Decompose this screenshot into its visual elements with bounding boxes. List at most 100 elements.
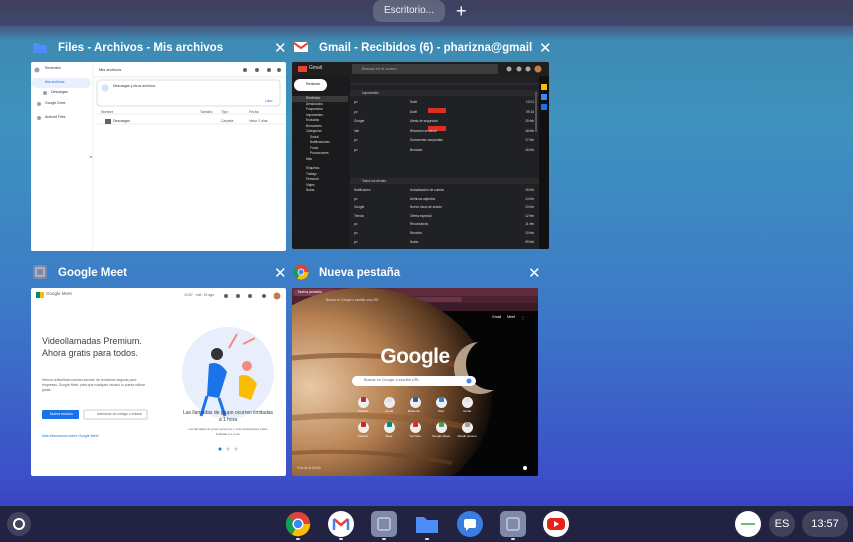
files-col-date[interactable]: Fecha	[249, 110, 259, 114]
apps-grid-icon[interactable]: ⋮	[521, 315, 525, 320]
meet-window-preview[interactable]: Google Meet 10:57 · mié, 19 ago Videolla…	[31, 288, 286, 476]
shortcut-tile[interactable]: Noticias	[350, 394, 376, 413]
desk-button[interactable]: Escritorio...	[373, 0, 445, 22]
ntp-header-links: Gmail Meet ⋮	[492, 315, 525, 320]
files-close-icon[interactable]: ✕	[274, 41, 287, 56]
google-logo: Google	[380, 345, 450, 368]
table-row[interactable]: yo Reunión 10 feb	[354, 229, 534, 238]
files-banner-text: Descargas y otros archivos	[113, 84, 156, 88]
table-row[interactable]: yo Documento compartido 17 feb	[354, 136, 534, 146]
youtube-app-icon[interactable]	[543, 511, 569, 537]
table-row[interactable]: yo Borrador 16 feb	[354, 146, 534, 156]
browser-address-bar[interactable]: Buscar en Google o escribir una URL	[326, 298, 379, 302]
running-indicator	[382, 538, 386, 540]
account-avatar-icon[interactable]	[735, 511, 761, 537]
shortcut-tile[interactable]: Gmail	[376, 394, 402, 413]
shortcut-tile[interactable]: Google Maps	[428, 419, 454, 438]
table-row[interactable]: yo Archivos adjuntos 14 feb	[354, 195, 534, 204]
ntp-link-meet[interactable]: Meet	[507, 315, 515, 320]
shelf: ES 13:57	[0, 506, 853, 542]
files-header: Mis archivos	[99, 67, 122, 72]
table-row[interactable]: yo Draft 12:01	[354, 98, 534, 108]
add-desk-button[interactable]: +	[456, 0, 467, 22]
gmail-app-icon[interactable]	[328, 511, 354, 537]
files-row-type: Carpeta	[221, 119, 234, 123]
messages-app-icon[interactable]	[457, 511, 483, 537]
files-row-date: Hace 2 días	[249, 119, 268, 123]
gmail-nav-item[interactable]: Notas	[306, 188, 348, 194]
table-row[interactable]: Descargas Carpeta Hace 2 días	[97, 119, 286, 127]
meet-learn-more-link[interactable]: Más información sobre Google Meet	[42, 434, 98, 438]
gmail-nav: Recibidos Destacados Pospuestos Importan…	[306, 96, 348, 194]
files-banner-button[interactable]: Listo	[265, 99, 272, 103]
meet-app-icon[interactable]	[371, 511, 397, 537]
meet-headline: Videollamadas Premium. Ahora gratis para…	[42, 336, 142, 358]
table-row[interactable]: Notificación Actualización de cuenta 15 fe…	[354, 186, 534, 195]
table-row[interactable]: yo Draft 09:15	[354, 108, 534, 118]
gmail-logo[interactable]: Gmail	[309, 65, 322, 71]
shortcut-tile[interactable]: YouTube	[402, 419, 428, 438]
meet-subtext: Hemos rediseñado nuestro servicio de reu…	[42, 378, 145, 392]
meet-logo[interactable]: Google Meet	[46, 291, 72, 296]
files-sidebar-downloads[interactable]: Descargas	[51, 90, 68, 94]
gmail-list-2: Notificación Actualización de cuenta 15 fe…	[354, 186, 534, 246]
files-sidebar-drive[interactable]: Google Drive	[45, 101, 65, 105]
gmail-list-1: yo Draft 12:01 yo Draft 09:15 Google Alerta d…	[354, 98, 534, 155]
files-col-name[interactable]: Nombre	[101, 110, 113, 114]
running-indicator	[425, 538, 429, 540]
shortcut-tile[interactable]: Añadir acceso	[454, 419, 480, 438]
desks-bar: Escritorio... +	[0, 0, 853, 26]
shortcut-tile[interactable]: Gmail	[454, 394, 480, 413]
running-indicator	[339, 538, 343, 540]
files-col-size[interactable]: Tamaño	[200, 110, 212, 114]
table-row[interactable]: info Resumen semanal 18 feb	[354, 127, 534, 137]
meet-caption-small: Las llamadas de grupo entre tres o más p…	[188, 427, 268, 436]
table-row[interactable]: Google Alerta de seguridad 19 feb	[354, 117, 534, 127]
ntp-search-input[interactable]: Buscar en Google o escribir URL	[364, 378, 420, 382]
table-row[interactable]: Google Nuevo inicio de sesión 13 feb	[354, 203, 534, 212]
ntp-shortcuts: Noticias Gmail Bolsa de... Files Gmail N…	[350, 394, 480, 438]
meet-caption: Las llamadas de grupo ocurren limitadas …	[182, 410, 274, 423]
generic-app-icon[interactable]	[500, 511, 526, 537]
table-row[interactable]: yo Notas 09 feb	[354, 238, 534, 247]
files-sidebar-recent[interactable]: Recientes	[45, 66, 61, 70]
files-app-icon[interactable]	[414, 511, 440, 537]
launcher-button[interactable]	[7, 512, 31, 536]
gmail-icon	[293, 42, 309, 52]
gmail-close-icon[interactable]: ✕	[539, 41, 552, 56]
newtab-window-title[interactable]: Nueva pestaña	[293, 264, 521, 284]
gmail-compose-button[interactable]: Redactar	[306, 82, 320, 86]
folder-icon	[33, 43, 47, 53]
gmail-window-preview[interactable]: Gmail Buscar en el correo Redactar Recib…	[292, 62, 549, 249]
gmail-section-others: Todos los demás	[362, 179, 386, 183]
shortcut-tile[interactable]: Meet	[376, 419, 402, 438]
files-col-type[interactable]: Tipo	[221, 110, 228, 114]
running-indicator	[296, 538, 300, 540]
gmail-section-important: Importantes	[362, 91, 379, 95]
new-meeting-button[interactable]: Nueva reunión	[50, 412, 73, 416]
gmail-search-input[interactable]: Buscar en el correo	[362, 66, 397, 71]
table-row[interactable]: yo Recordatorio 11 feb	[354, 220, 534, 229]
newtab-close-icon[interactable]: ✕	[528, 266, 541, 281]
files-window-title[interactable]: Files - Archivos - Mis archivos	[32, 39, 272, 59]
files-row-name: Descargas	[113, 119, 130, 123]
gmail-window-title[interactable]: Gmail - Recibidos (6) - pharizna@gmail.c…	[293, 39, 533, 59]
newtab-window-preview[interactable]: Nueva pestaña Buscar en Google o escribi…	[292, 288, 538, 476]
shortcut-tile[interactable]: Noticias	[350, 419, 376, 438]
ntp-link-gmail[interactable]: Gmail	[492, 315, 501, 320]
meet-window-title[interactable]: Google Meet	[32, 264, 272, 284]
meeting-code-input[interactable]: Introduce un código o enlace	[97, 412, 142, 416]
ntp-photo-credit[interactable]: Foto de la NASA	[297, 466, 321, 470]
clock[interactable]: 13:57	[802, 511, 848, 537]
files-sidebar-android[interactable]: Android Files	[45, 115, 65, 119]
table-row[interactable]: Tienda Oferta especial 12 feb	[354, 212, 534, 221]
files-window-preview[interactable]: Recientes Mis archivos Descargas Google …	[31, 62, 286, 251]
browser-tab[interactable]: Nueva pestaña	[298, 290, 322, 294]
shortcut-tile[interactable]: Files	[428, 394, 454, 413]
meet-time: 10:57 · mié, 19 ago	[184, 293, 215, 297]
input-method-badge[interactable]: ES	[769, 511, 795, 537]
files-sidebar-myfiles[interactable]: Mis archivos	[45, 80, 64, 84]
chrome-app-icon[interactable]	[285, 511, 311, 537]
meet-close-icon[interactable]: ✕	[274, 266, 287, 281]
shortcut-tile[interactable]: Bolsa de...	[402, 394, 428, 413]
